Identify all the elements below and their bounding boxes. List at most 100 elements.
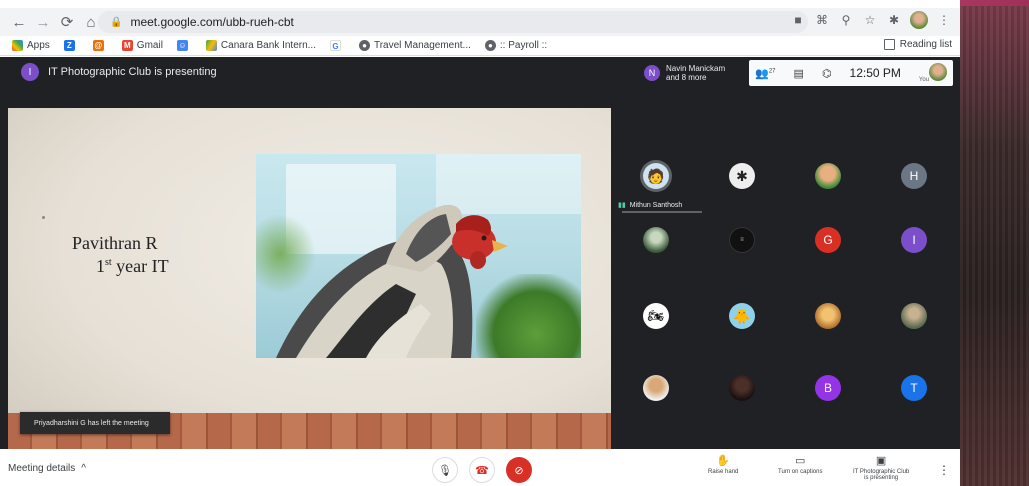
participant-tile[interactable]	[784, 279, 872, 353]
participant-avatar	[815, 303, 841, 329]
toolbar-right: ■ ⌘ ⚲ ☆ ✱ ⋮	[790, 11, 952, 29]
chevron-up-icon: ^	[81, 463, 86, 474]
presenting-button[interactable]: ▣ IT Photographic Club is presenting	[853, 454, 909, 481]
presenter-avatar: I	[21, 63, 39, 81]
forward-icon[interactable]: →	[32, 11, 54, 33]
presentation-slide: Pavithran R 1st year IT	[8, 108, 611, 451]
participant-tile[interactable]	[612, 351, 700, 425]
reading-list[interactable]: Reading list	[883, 39, 952, 50]
captions-button[interactable]: ▭ Turn on captions	[778, 454, 822, 475]
bookmark-canara[interactable]: Canara Bank Intern...	[205, 40, 316, 51]
others-avatar: N	[644, 65, 660, 81]
participant-avatar: 🏍	[643, 303, 669, 329]
bookmark-travel[interactable]: ● Travel Management...	[358, 40, 471, 51]
participant-tile[interactable]: 🏍	[612, 279, 700, 353]
left-meeting-toast: Priyadharshini G has left the meeting	[20, 412, 170, 434]
raise-hand-button[interactable]: ✋ Raise hand	[708, 454, 738, 475]
people-icon: 👥	[755, 67, 769, 80]
microphone-icon: 🎙	[438, 464, 452, 477]
rooster-photo	[256, 154, 581, 358]
participant-avatar: B	[815, 375, 841, 401]
globe-icon: ●	[358, 40, 370, 51]
bookmark-payroll[interactable]: ●:: Payroll ::	[484, 40, 547, 51]
hangup-button[interactable]: ☎	[469, 457, 495, 483]
chat-icon[interactable]: ▤	[794, 67, 804, 80]
participant-tile[interactable]	[612, 203, 700, 277]
bookmark-gmail[interactable]: M Gmail	[121, 40, 163, 51]
participant-avatar: 🐥	[729, 303, 755, 329]
participant-tile[interactable]	[870, 279, 958, 353]
zoom-icon[interactable]: ⚲	[838, 13, 854, 27]
participant-tile[interactable]: I	[870, 203, 958, 277]
activities-icon[interactable]: ⌬	[822, 67, 832, 80]
phone-hangup-icon: ☎	[475, 464, 489, 477]
participant-tile[interactable]	[784, 139, 872, 213]
participant-tile[interactable]: 🐥	[698, 279, 786, 353]
participant-tile[interactable]: H	[870, 139, 958, 213]
bookmark-z[interactable]: Z	[63, 40, 79, 51]
participant-tile[interactable]: B	[784, 351, 872, 425]
participant-tile[interactable]	[698, 351, 786, 425]
camera-icon[interactable]: ■	[790, 13, 806, 27]
others-text: Navin Manickam and 8 more	[666, 64, 726, 82]
camera-off-icon: ⊘	[514, 464, 524, 477]
bookmark-swirl[interactable]: @	[92, 40, 108, 51]
reload-icon[interactable]: ⟳	[56, 11, 78, 33]
slide-name: Pavithran R	[72, 233, 158, 253]
back-icon[interactable]: ←	[8, 11, 30, 33]
url-text: meet.google.com/ubb-rueh-cbt	[130, 15, 294, 29]
browser-window: ← → ⟳ ⌂ 🔒 meet.google.com/ubb-rueh-cbt ■…	[0, 0, 960, 486]
meet-toolbar-right: 👥27 ▤ ⌬ 12:50 PM You	[749, 60, 954, 86]
meet-bottom-bar: Meeting details ^ 🎙 ☎ ⊘ ✋ Raise hand ▭ Turn…	[0, 449, 960, 486]
slide-year: 1st year IT	[96, 256, 169, 276]
participant-avatar: T	[901, 375, 927, 401]
bookmarks-bar: Apps Z @ M Gmail ☺ Canara Bank Intern... …	[0, 36, 960, 56]
bookmark-person[interactable]: ☺	[176, 40, 192, 51]
microphone-button[interactable]: 🎙	[432, 457, 458, 483]
participant-tile[interactable]: G	[784, 203, 872, 277]
bookmark-apps[interactable]: Apps	[12, 40, 50, 51]
gmail-icon: M	[121, 40, 133, 51]
menu-icon[interactable]: ⋮	[936, 13, 952, 27]
extensions-icon[interactable]: ✱	[886, 13, 902, 27]
photo-plant	[476, 274, 581, 358]
participant-avatar	[815, 163, 841, 189]
participant-tile[interactable]: 🧑 ▮▮ Mithun Santhosh	[612, 139, 702, 213]
z-icon: Z	[63, 40, 75, 51]
reading-list-icon	[883, 39, 895, 50]
profile-avatar[interactable]	[910, 11, 928, 29]
google-icon: G	[329, 40, 341, 51]
participant-avatar: G	[815, 227, 841, 253]
participant-avatar: ≡	[729, 227, 755, 253]
clock: 12:50 PM	[849, 66, 901, 80]
participant-avatar	[643, 227, 669, 253]
bookmark-google[interactable]: G	[329, 40, 345, 51]
participant-avatar: 🧑	[643, 163, 669, 189]
lock-icon: 🔒	[110, 16, 123, 28]
people-button[interactable]: 👥27	[755, 67, 775, 80]
globe-icon: ●	[484, 40, 496, 51]
participant-tile[interactable]: T	[870, 351, 958, 425]
apps-grid-icon	[12, 40, 23, 51]
participant-avatar	[643, 375, 669, 401]
participant-tile[interactable]: ✱	[698, 139, 786, 213]
camera-off-button[interactable]: ⊘	[506, 457, 532, 483]
address-bar[interactable]: 🔒 meet.google.com/ubb-rueh-cbt	[98, 11, 808, 33]
participant-avatar: I	[901, 227, 927, 253]
self-view[interactable]: You	[919, 62, 948, 84]
participant-tile[interactable]: ≡	[698, 203, 786, 277]
desktop-backdrop	[960, 0, 1029, 486]
meet-top-controls: N Navin Manickam and 8 more 👥27 ▤ ⌬ 12:5…	[644, 60, 954, 86]
translate-icon[interactable]: ⌘	[814, 13, 830, 27]
star-icon[interactable]: ☆	[862, 13, 878, 27]
present-screen-icon: ▣	[875, 455, 887, 467]
drive-icon	[205, 40, 217, 51]
participant-avatar	[901, 303, 927, 329]
self-avatar	[929, 62, 948, 81]
meet-area: I IT Photographic Club is presenting N N…	[0, 57, 960, 486]
browser-toolbar: ← → ⟳ ⌂ 🔒 meet.google.com/ubb-rueh-cbt ■…	[0, 8, 960, 36]
hand-icon: ✋	[716, 455, 731, 467]
more-options-icon[interactable]: ⋮	[938, 463, 950, 477]
meeting-details-button[interactable]: Meeting details ^	[8, 463, 86, 474]
captions-icon: ▭	[795, 455, 806, 467]
